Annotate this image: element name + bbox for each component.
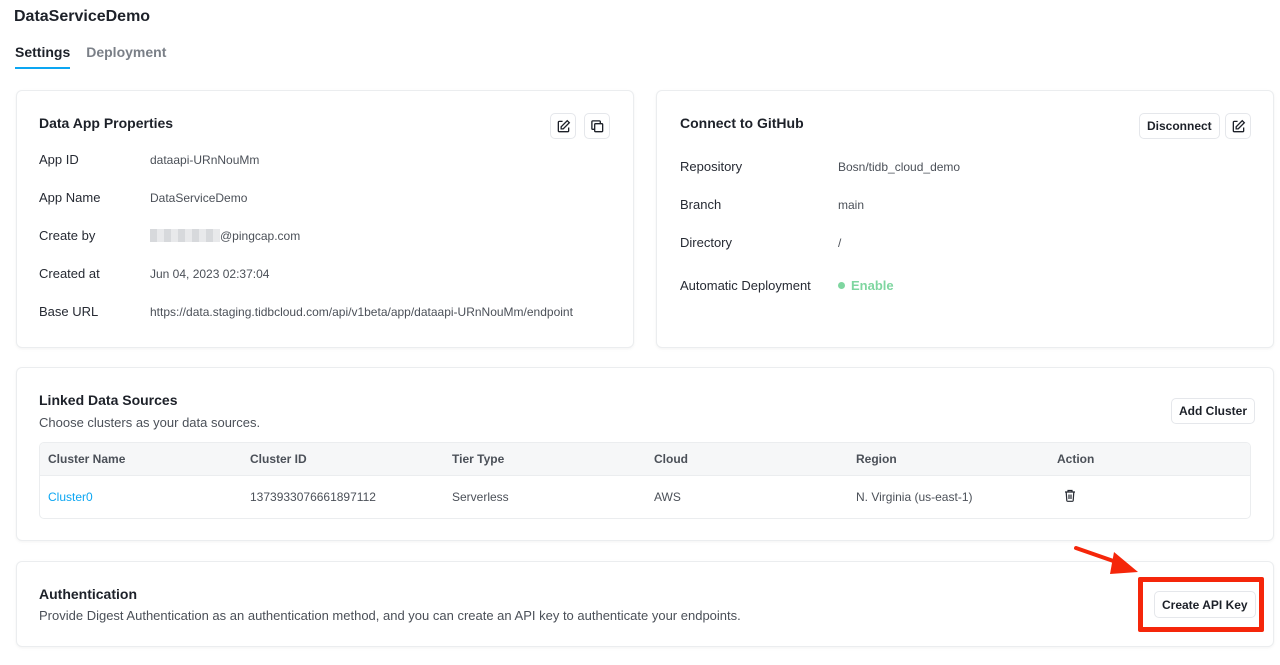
create-by-value: @pingcap.com [150, 229, 300, 243]
column-header[interactable]: Tier Type [452, 452, 504, 466]
copy-properties-button[interactable] [584, 113, 610, 139]
delete-cluster-button[interactable] [1064, 489, 1076, 505]
cloud-cell: AWS [654, 490, 681, 504]
properties-card: Data App Properties App ID dataapi-URnNo… [16, 90, 634, 348]
cluster-id-cell: 1373933076661897112 [250, 490, 376, 504]
edit-icon [1232, 119, 1245, 132]
properties-title: Data App Properties [39, 115, 174, 131]
directory-value: / [838, 236, 842, 250]
trash-icon [1065, 489, 1075, 502]
edit-icon [557, 119, 570, 132]
github-card: Connect to GitHub Disconnect Repository … [656, 90, 1274, 348]
add-cluster-button[interactable]: Add Cluster [1171, 398, 1256, 424]
app-name-value: DataServiceDemo [150, 191, 248, 205]
tab-settings[interactable]: Settings [15, 44, 71, 69]
app-name-label: App Name [39, 190, 101, 205]
repository-value: Bosn/tidb_cloud_demo [838, 160, 961, 174]
copy-icon [590, 119, 603, 132]
created-at-label: Created at [39, 266, 100, 281]
clusters-table: Cluster Name Cluster ID Tier Type Cloud … [39, 442, 1251, 519]
auto-deploy-status: Enable [838, 278, 894, 293]
tab-bar: Settings Deployment [15, 44, 166, 69]
app-id-value: dataapi-URnNouMm [150, 153, 260, 167]
region-cell: N. Virginia (us-east-1) [856, 490, 973, 504]
linked-sources-card: Linked Data Sources Choose clusters as y… [16, 367, 1274, 541]
linked-description: Choose clusters as your data sources. [39, 415, 261, 430]
cluster-name-link[interactable]: Cluster0 [48, 490, 93, 504]
authentication-card: Authentication Provide Digest Authentica… [16, 561, 1274, 647]
repository-label: Repository [680, 159, 743, 174]
column-header[interactable]: Cloud [654, 452, 688, 466]
disconnect-button[interactable]: Disconnect [1139, 113, 1220, 139]
github-title: Connect to GitHub [680, 115, 804, 131]
redacted-email-blur [150, 229, 220, 242]
auth-description: Provide Digest Authentication as an auth… [39, 608, 741, 623]
create-by-label: Create by [39, 228, 96, 243]
app-title: DataServiceDemo [14, 8, 151, 25]
tier-type-cell: Serverless [452, 490, 509, 504]
branch-value: main [838, 198, 865, 212]
base-url-label: Base URL [39, 304, 99, 319]
auth-title: Authentication [39, 586, 137, 602]
tab-deployment[interactable]: Deployment [86, 44, 166, 69]
column-header[interactable]: Action [1057, 452, 1094, 466]
linked-title: Linked Data Sources [39, 392, 178, 408]
column-header[interactable]: Cluster ID [250, 452, 307, 466]
table-row: Cluster0 1373933076661897112 Serverless … [40, 476, 1250, 518]
auto-deploy-value: Enable [851, 278, 894, 293]
create-by-email: @pingcap.com [220, 229, 301, 243]
auto-deploy-label: Automatic Deployment [680, 278, 811, 293]
app-id-label: App ID [39, 152, 79, 167]
directory-label: Directory [680, 235, 733, 250]
edit-properties-button[interactable] [550, 113, 576, 139]
table-header: Cluster Name Cluster ID Tier Type Cloud … [40, 443, 1250, 476]
edit-github-button[interactable] [1225, 113, 1251, 139]
created-at-value: Jun 04, 2023 02:37:04 [150, 267, 270, 281]
column-header[interactable]: Cluster Name [48, 452, 125, 466]
column-header[interactable]: Region [856, 452, 897, 466]
branch-label: Branch [680, 197, 722, 212]
create-api-key-button[interactable]: Create API Key [1154, 591, 1256, 618]
status-dot-icon [838, 282, 845, 289]
base-url-value: https://data.staging.tidbcloud.com/api/v… [150, 305, 573, 319]
